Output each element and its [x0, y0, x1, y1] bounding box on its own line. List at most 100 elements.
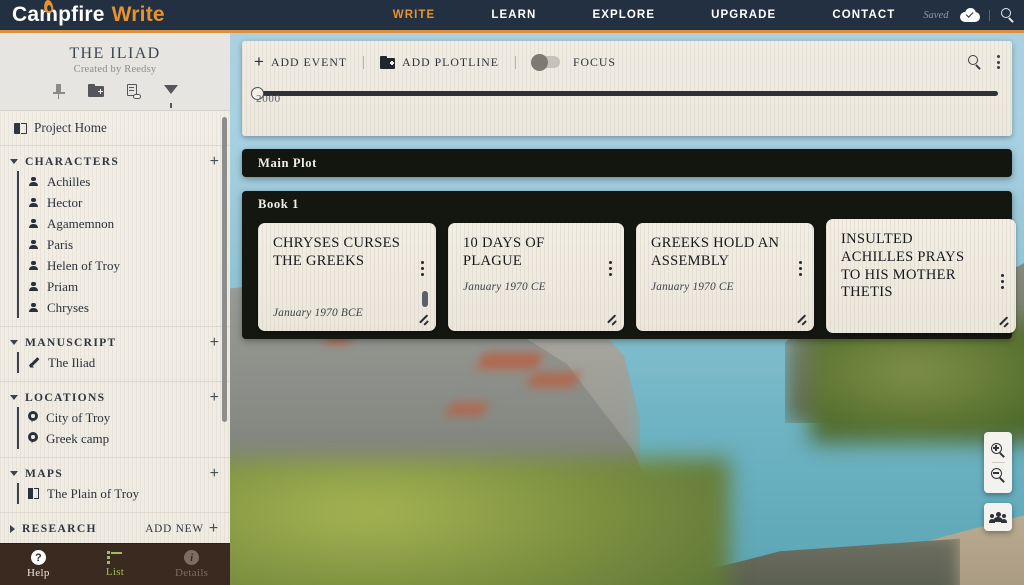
- chevron-down-icon[interactable]: [10, 159, 18, 164]
- event-menu-icon[interactable]: [1000, 274, 1004, 289]
- event-card[interactable]: INSULTED ACHILLES PRAYS TO HIS MOTHER TH…: [826, 219, 1016, 333]
- sidebar-item-label: Project Home: [34, 120, 107, 135]
- event-menu-icon[interactable]: [798, 261, 802, 276]
- event-menu-icon[interactable]: [420, 261, 424, 276]
- add-location-button[interactable]: +: [210, 389, 219, 405]
- footer-button-help[interactable]: ? Help: [5, 550, 71, 579]
- add-folder-icon[interactable]: [88, 83, 104, 97]
- sidebar-item-greek-camp[interactable]: Greek camp: [19, 428, 230, 449]
- sidebar-item-label: The Plain of Troy: [47, 485, 140, 501]
- filter-icon[interactable]: [164, 84, 178, 108]
- sidebar-item-label: Greek camp: [46, 430, 110, 446]
- timeline-canvas[interactable]: + ADD EVENT ADD PLOTLINE FOCUS 2000 Main…: [230, 33, 1024, 585]
- event-menu-icon[interactable]: [608, 261, 612, 276]
- sidebar-item-hector[interactable]: Hector: [19, 192, 230, 213]
- sidebar: THE ILIAD Created by Reedsy Project Home: [0, 33, 230, 585]
- timeline-slider-track[interactable]: [251, 87, 998, 100]
- sidebar-item-paris[interactable]: Paris: [19, 234, 230, 255]
- add-event-label: ADD EVENT: [270, 54, 348, 69]
- footer-label: Help: [27, 567, 50, 579]
- section-header-locations[interactable]: LOCATIONS +: [0, 389, 230, 405]
- search-icon[interactable]: [999, 7, 1016, 24]
- divider: [514, 55, 516, 69]
- nav-link-contact[interactable]: CONTACT: [804, 9, 923, 21]
- sidebar-item-chryses[interactable]: Chryses: [19, 297, 230, 318]
- section-label: CHARACTERS: [25, 155, 120, 168]
- plotline-row-book-1[interactable]: Book 1 CHRYSES CURSES THE GREEKS January…: [242, 191, 1012, 339]
- top-navigation-bar: Campfire Write WRITE LEARN EXPLORE UPGRA…: [0, 0, 1024, 33]
- nav-link-upgrade[interactable]: UPGRADE: [683, 9, 804, 21]
- sidebar-section-locations: LOCATIONS + City of Troy Greek camp: [0, 382, 230, 458]
- event-resize-handle[interactable]: [422, 291, 428, 307]
- zoom-out-icon[interactable]: [984, 463, 1012, 487]
- plotline-row-main-plot[interactable]: Main Plot: [242, 149, 1012, 177]
- event-resize-grip-icon[interactable]: [416, 312, 429, 325]
- nav-link-learn[interactable]: LEARN: [463, 9, 564, 21]
- section-header-characters[interactable]: CHARACTERS +: [0, 153, 230, 169]
- book-icon: [14, 122, 27, 134]
- add-research-button[interactable]: ADD NEW +: [145, 519, 219, 537]
- sidebar-item-priam[interactable]: Priam: [19, 276, 230, 297]
- add-character-button[interactable]: +: [210, 153, 219, 169]
- focus-toggle-button[interactable]: FOCUS: [530, 53, 616, 71]
- sidebar-item-label: Achilles: [47, 173, 91, 189]
- plotline-title: Book 1: [258, 197, 300, 211]
- footer-label: List: [105, 565, 125, 578]
- search-icon[interactable]: [966, 54, 983, 71]
- sidebar-item-achilles[interactable]: Achilles: [19, 171, 230, 192]
- event-resize-grip-icon[interactable]: [794, 312, 807, 325]
- sidebar-item-city-of-troy[interactable]: City of Troy: [19, 407, 230, 428]
- plotline-title: Main Plot: [258, 156, 317, 170]
- sidebar-scrollbar[interactable]: [222, 117, 227, 422]
- person-icon: [28, 239, 39, 250]
- sidebar-item-the-iliad[interactable]: The Iliad: [19, 352, 230, 373]
- section-header-manuscript[interactable]: MANUSCRIPT +: [0, 334, 230, 350]
- sidebar-section-maps: MAPS + The Plain of Troy: [0, 458, 230, 513]
- section-header-research[interactable]: RESEARCH ADD NEW +: [0, 519, 230, 537]
- focus-toggle[interactable]: [530, 53, 560, 71]
- nav-right-actions: Saved: [923, 7, 1024, 24]
- more-vertical-icon[interactable]: [997, 55, 1000, 69]
- event-title: INSULTED ACHILLES PRAYS TO HIS MOTHER TH…: [841, 231, 965, 301]
- nav-link-explore[interactable]: EXPLORE: [564, 9, 683, 21]
- cloud-check-icon[interactable]: [960, 8, 981, 22]
- add-manuscript-button[interactable]: +: [210, 334, 219, 350]
- plus-icon: +: [208, 519, 219, 537]
- brand-name-part1: Ca: [12, 3, 40, 26]
- section-items-characters: Achilles Hector Agamemnon Paris Helen of…: [17, 171, 230, 318]
- event-resize-grip-icon[interactable]: [996, 314, 1009, 327]
- location-pin-icon: [28, 411, 38, 424]
- event-title: GREEKS HOLD AN ASSEMBLY: [651, 235, 780, 269]
- sidebar-item-agamemnon[interactable]: Agamemnon: [19, 213, 230, 234]
- section-header-maps[interactable]: MAPS +: [0, 465, 230, 481]
- add-event-button[interactable]: + ADD EVENT: [254, 53, 348, 70]
- person-icon: [28, 197, 39, 208]
- nav-link-write[interactable]: WRITE: [365, 9, 464, 21]
- footer-button-details[interactable]: i Details: [159, 550, 225, 579]
- event-card[interactable]: 10 DAYS OF PLAGUE January 1970 CE: [448, 223, 624, 331]
- list-icon: [107, 551, 123, 564]
- event-card[interactable]: GREEKS HOLD AN ASSEMBLY January 1970 CE: [636, 223, 814, 331]
- add-plotline-button[interactable]: ADD PLOTLINE: [380, 55, 499, 70]
- zoom-in-icon[interactable]: [984, 438, 1012, 462]
- sidebar-item-label: Priam: [47, 278, 79, 294]
- project-toolbar: [52, 83, 178, 108]
- pin-icon[interactable]: [52, 83, 65, 99]
- event-resize-grip-icon[interactable]: [604, 312, 617, 325]
- toggle-knob: [530, 53, 548, 71]
- sidebar-item-helen-of-troy[interactable]: Helen of Troy: [19, 255, 230, 276]
- sidebar-item-the-plain-of-troy[interactable]: The Plain of Troy: [19, 483, 230, 504]
- chevron-down-icon[interactable]: [10, 395, 18, 400]
- chevron-right-icon[interactable]: [10, 524, 15, 533]
- copy-link-icon[interactable]: [127, 83, 141, 99]
- sidebar-item-project-home[interactable]: Project Home: [0, 111, 230, 146]
- add-map-button[interactable]: +: [210, 465, 219, 481]
- person-icon: [28, 260, 39, 271]
- brand-logo[interactable]: Campfire Write: [0, 0, 165, 27]
- sidebar-scroll-area[interactable]: Project Home CHARACTERS + Achilles Hecto…: [0, 111, 230, 543]
- people-icon[interactable]: [984, 503, 1012, 531]
- chevron-down-icon[interactable]: [10, 471, 18, 476]
- chevron-down-icon[interactable]: [10, 340, 18, 345]
- footer-button-list[interactable]: List: [82, 551, 148, 578]
- event-card[interactable]: CHRYSES CURSES THE GREEKS January 1970 B…: [258, 223, 436, 331]
